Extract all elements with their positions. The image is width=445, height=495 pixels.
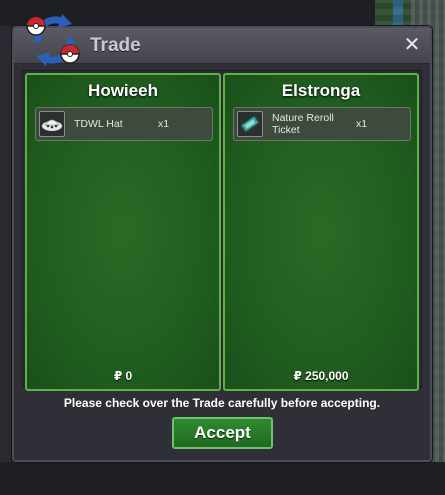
item-quantity: x1 xyxy=(356,118,368,130)
accept-button[interactable]: Accept xyxy=(172,417,273,449)
money-offer-left: ₽ 0 xyxy=(113,369,133,383)
player-name-right: Elstronga xyxy=(281,81,361,100)
trade-window: Trade ✕ Howieeh TDWL Hat x1 ₽ 0 Elstrong… xyxy=(12,14,432,462)
background-bottom xyxy=(0,462,445,495)
trade-body: Howieeh TDWL Hat x1 ₽ 0 Elstronga Nature… xyxy=(22,70,422,391)
item-name: TDWL Hat xyxy=(74,118,123,130)
offer-item-row[interactable]: TDWL Hat x1 xyxy=(35,107,213,141)
item-name: Nature Reroll Ticket xyxy=(272,112,334,136)
close-button[interactable]: ✕ xyxy=(402,34,422,56)
money-offer-right: ₽ 250,000 xyxy=(293,369,349,383)
item-quantity: x1 xyxy=(158,118,170,130)
trade-notice-text: Please check over the Trade carefully be… xyxy=(63,396,381,410)
window-title: Trade xyxy=(90,35,141,56)
ticket-icon xyxy=(237,111,263,137)
player-name-left: Howieeh xyxy=(88,81,158,100)
offer-panel-right: Elstronga Nature Reroll Ticket x1 ₽ 250,… xyxy=(223,73,419,391)
offer-item-row[interactable]: Nature Reroll Ticket x1 xyxy=(233,107,411,141)
trade-logo-icon xyxy=(26,14,80,66)
offer-panel-left: Howieeh TDWL Hat x1 ₽ 0 xyxy=(25,73,221,391)
hat-icon xyxy=(39,111,65,137)
